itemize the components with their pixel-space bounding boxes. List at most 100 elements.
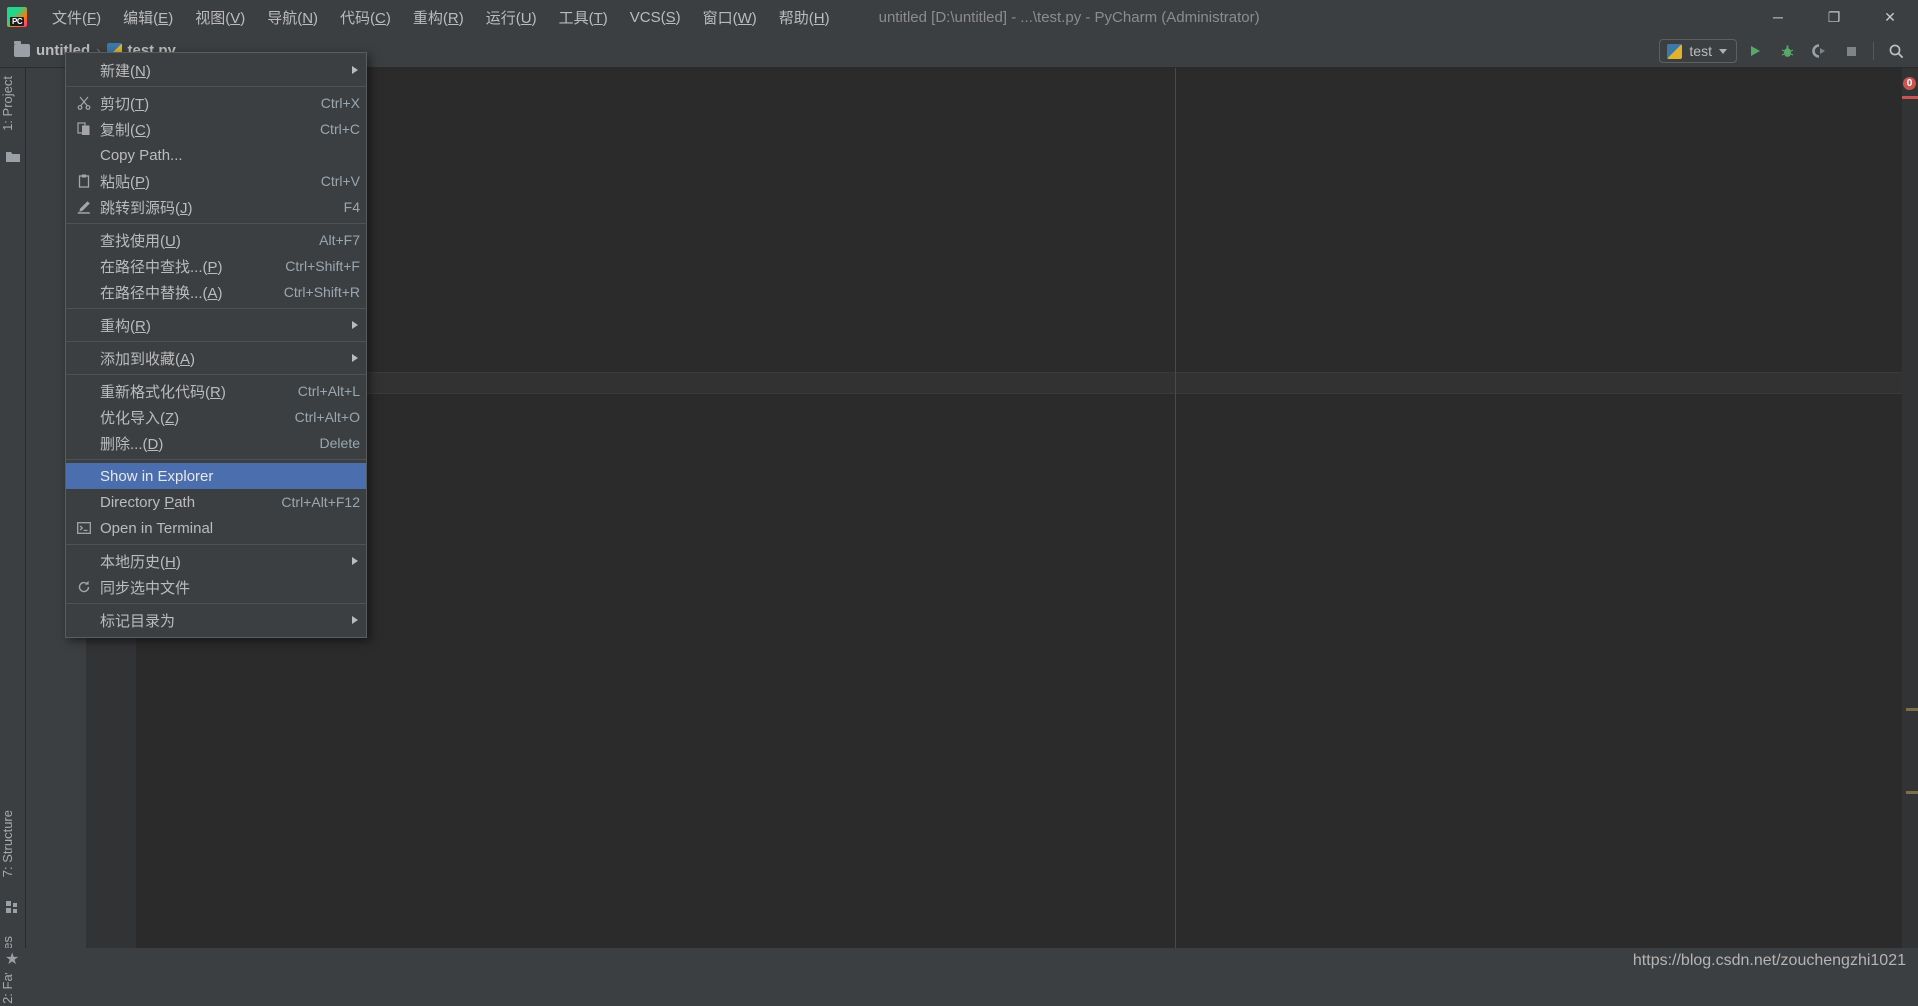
folder-icon <box>14 44 30 57</box>
ctx-find-in-path-label: 在路径中查找...(P) <box>100 256 263 277</box>
ctx-synchronize[interactable]: 同步选中文件 <box>66 574 366 600</box>
ctx-reformat-code[interactable]: 重新格式化代码(R)Ctrl+Alt+L <box>66 378 366 404</box>
minimize-button[interactable]: ─ <box>1750 0 1806 34</box>
menu-separator <box>66 86 366 87</box>
sidebar-item-structure[interactable]: 7: Structure <box>0 808 26 879</box>
window-controls: ─ ❐ ✕ <box>1750 0 1918 34</box>
ctx-synchronize-label: 同步选中文件 <box>100 577 360 598</box>
ctx-find-usages-shortcut: Alt+F7 <box>319 232 360 248</box>
ctx-replace-in-path-label: 在路径中替换...(A) <box>100 282 262 303</box>
ctx-refactor[interactable]: 重构(R) <box>66 312 366 338</box>
submenu-arrow-icon <box>352 66 358 74</box>
ctx-mark-directory-as[interactable]: 标记目录为 <box>66 607 366 633</box>
error-stripe-mark[interactable] <box>1902 96 1918 99</box>
ctx-mark-directory-as-label: 标记目录为 <box>100 610 338 631</box>
stop-button[interactable] <box>1837 37 1865 65</box>
menu-help[interactable]: 帮助(H) <box>768 3 841 32</box>
submenu-arrow-icon <box>352 354 358 362</box>
paste-icon <box>74 174 94 188</box>
run-with-coverage-icon <box>1812 44 1827 59</box>
menu-run[interactable]: 运行(U) <box>475 3 548 32</box>
menu-separator <box>66 459 366 460</box>
menu-vcs[interactable]: VCS(S) <box>619 5 692 30</box>
ctx-delete[interactable]: 删除...(D) Delete <box>66 430 366 456</box>
project-folder-icon[interactable] <box>5 150 21 166</box>
ctx-open-in-terminal[interactable]: Open in Terminal <box>66 515 366 541</box>
debug-button[interactable] <box>1773 37 1801 65</box>
ctx-paste-shortcut: Ctrl+V <box>321 173 360 189</box>
run-with-coverage-button[interactable] <box>1805 37 1833 65</box>
ctx-directory-path-shortcut: Ctrl+Alt+F12 <box>281 494 360 510</box>
left-tool-window-strip: 1: Project 7: Structure 2: Favorites <box>0 68 26 973</box>
ctx-paste[interactable]: 粘贴(P) Ctrl+V <box>66 168 366 194</box>
ctx-optimize-imports[interactable]: 优化导入(Z)Ctrl+Alt+O <box>66 404 366 430</box>
ctx-reformat-code-label: 重新格式化代码(R) <box>100 381 276 402</box>
menu-refactor[interactable]: 重构(R) <box>402 3 475 32</box>
ctx-delete-shortcut: Delete <box>320 435 360 451</box>
ctx-show-in-explorer[interactable]: Show in Explorer <box>66 463 366 489</box>
menu-tools[interactable]: 工具(T) <box>548 3 619 32</box>
copy-icon <box>74 122 94 136</box>
ctx-jump-to-source[interactable]: 跳转到源码(J)F4 <box>66 194 366 220</box>
submenu-arrow-icon <box>352 616 358 624</box>
pycharm-logo-icon <box>7 7 27 27</box>
maximize-button[interactable]: ❐ <box>1806 0 1862 34</box>
menu-separator <box>66 603 366 604</box>
search-icon <box>1888 43 1905 60</box>
ctx-paste-label: 粘贴(P) <box>100 171 299 192</box>
ctx-cut-shortcut: Ctrl+X <box>321 95 360 111</box>
ctx-local-history[interactable]: 本地历史(H) <box>66 548 366 574</box>
window-title: untitled [D:\untitled] - ...\test.py - P… <box>879 9 1260 26</box>
ctx-find-in-path[interactable]: 在路径中查找...(P) Ctrl+Shift+F <box>66 253 366 279</box>
ctx-add-to-favorites[interactable]: 添加到收藏(A) <box>66 345 366 371</box>
stripe-fold-mark <box>1906 708 1918 711</box>
menu-bar: 文件(F)编辑(E)视图(V)导航(N)代码(C)重构(R)运行(U)工具(T)… <box>41 3 841 32</box>
terminal-icon <box>74 521 94 535</box>
main-toolbar: test <box>1659 34 1910 68</box>
sidebar-item-project[interactable]: 1: Project <box>0 74 26 133</box>
ctx-copy-path[interactable]: Copy Path... <box>66 142 366 168</box>
menu-file[interactable]: 文件(F) <box>41 3 112 32</box>
error-count-badge[interactable]: 0 <box>1903 77 1916 90</box>
ctx-new[interactable]: 新建(N) <box>66 57 366 83</box>
debug-icon <box>1780 44 1795 59</box>
favorites-star-icon[interactable]: ★ <box>5 949 19 969</box>
ctx-refactor-label: 重构(R) <box>100 315 338 336</box>
run-configuration-selector[interactable]: test <box>1659 39 1737 63</box>
error-stripe-marker-bar[interactable]: 0 <box>1902 68 1918 948</box>
ctx-delete-label: 删除...(D) <box>100 433 298 454</box>
menu-window[interactable]: 窗口(W) <box>692 3 768 32</box>
ctx-directory-path[interactable]: Directory PathCtrl+Alt+F12 <box>66 489 366 515</box>
sync-icon <box>74 580 94 594</box>
menu-navigate[interactable]: 导航(N) <box>256 3 329 32</box>
ctx-find-usages-label: 查找使用(U) <box>100 230 297 251</box>
menu-code[interactable]: 代码(C) <box>329 3 402 32</box>
run-button[interactable] <box>1741 37 1769 65</box>
context-menu[interactable]: 新建(N) 剪切(T) Ctrl+X 复制(C)Ctrl+C Copy Path... 粘… <box>65 52 367 638</box>
watermark-url: https://blog.csdn.net/zouchengzhi1021 <box>1633 952 1906 970</box>
ctx-copy[interactable]: 复制(C)Ctrl+C <box>66 116 366 142</box>
ctx-replace-in-path[interactable]: 在路径中替换...(A) Ctrl+Shift+R <box>66 279 366 305</box>
ctx-open-in-terminal-label: Open in Terminal <box>100 520 360 537</box>
title-bar: 文件(F)编辑(E)视图(V)导航(N)代码(C)重构(R)运行(U)工具(T)… <box>0 0 1918 34</box>
run-icon <box>1748 44 1762 58</box>
ctx-find-usages[interactable]: 查找使用(U) Alt+F7 <box>66 227 366 253</box>
ctx-find-in-path-shortcut: Ctrl+Shift+F <box>285 258 360 274</box>
ctx-copy-path-label: Copy Path... <box>100 147 360 164</box>
menu-separator <box>66 374 366 375</box>
ctx-cut[interactable]: 剪切(T) Ctrl+X <box>66 90 366 116</box>
submenu-arrow-icon <box>352 557 358 565</box>
structure-icon[interactable] <box>5 900 21 916</box>
editor-vertical-guide <box>1175 68 1176 948</box>
ctx-cut-label: 剪切(T) <box>100 93 299 114</box>
ctx-jump-to-source-label: 跳转到源码(J) <box>100 197 322 218</box>
close-button[interactable]: ✕ <box>1862 0 1918 34</box>
menu-separator <box>66 223 366 224</box>
stripe-fold-mark <box>1906 791 1918 794</box>
menu-edit[interactable]: 编辑(E) <box>112 3 184 32</box>
toolbar-divider <box>1873 42 1874 60</box>
ctx-replace-in-path-shortcut: Ctrl+Shift+R <box>284 284 360 300</box>
search-everywhere-button[interactable] <box>1882 37 1910 65</box>
ctx-show-in-explorer-label: Show in Explorer <box>100 468 360 485</box>
menu-view[interactable]: 视图(V) <box>184 3 256 32</box>
